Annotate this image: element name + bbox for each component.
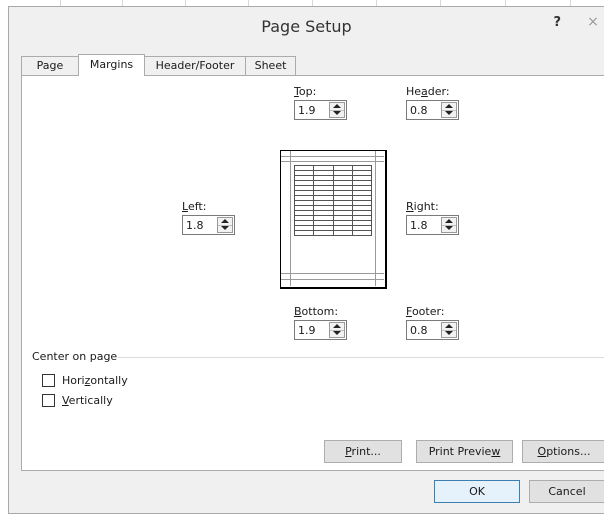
spin-down-icon[interactable] <box>442 330 456 337</box>
top-margin-spinner <box>294 100 347 120</box>
spin-down-icon[interactable] <box>330 110 344 117</box>
group-divider <box>118 357 604 358</box>
top-margin-input[interactable] <box>298 103 326 117</box>
bottom-margin-input[interactable] <box>298 323 326 337</box>
spin-down-icon[interactable] <box>442 110 456 117</box>
spin-down-icon[interactable] <box>218 225 232 232</box>
footer-margin-label: Footer: <box>406 305 445 318</box>
ok-button[interactable]: OK <box>434 480 520 503</box>
page-setup-dialog: Page Setup ? × Page Margins Header/Foote… <box>8 6 604 514</box>
tab-sheet[interactable]: Sheet <box>245 56 296 75</box>
spin-down-icon[interactable] <box>330 330 344 337</box>
header-margin-spinner <box>406 100 459 120</box>
top-margin-label: Top: <box>294 85 317 98</box>
options-button[interactable]: Options... <box>522 440 604 463</box>
horizontally-label: Horizontally <box>62 374 128 387</box>
tab-header-footer[interactable]: Header/Footer <box>144 56 246 75</box>
tab-page[interactable]: Page <box>21 56 79 75</box>
right-margin-spinner <box>406 215 459 235</box>
close-icon[interactable]: × <box>582 11 604 33</box>
margins-panel: Top: Header: Left: Right: <box>21 75 604 471</box>
left-margin-spinner <box>182 215 235 235</box>
left-margin-input[interactable] <box>186 218 214 232</box>
title-bar: Page Setup ? × <box>9 7 604 41</box>
center-on-page-label: Center on page <box>32 350 118 363</box>
footer-margin-spinner <box>406 320 459 340</box>
page-preview <box>280 150 387 289</box>
cancel-button[interactable]: Cancel <box>529 480 604 503</box>
dialog-title: Page Setup <box>261 17 352 36</box>
header-margin-input[interactable] <box>410 103 438 117</box>
footer-margin-input[interactable] <box>410 323 438 337</box>
right-margin-label: Right: <box>406 200 439 213</box>
header-margin-label: Header: <box>406 85 450 98</box>
print-button[interactable]: Print... <box>324 440 402 463</box>
spin-down-icon[interactable] <box>442 225 456 232</box>
vertically-label: Vertically <box>62 394 113 407</box>
right-margin-input[interactable] <box>410 218 438 232</box>
left-margin-label: Left: <box>182 200 207 213</box>
horizontally-checkbox[interactable] <box>42 374 55 387</box>
print-preview-button[interactable]: Print Preview <box>416 440 513 463</box>
tab-margins[interactable]: Margins <box>78 54 145 76</box>
bottom-margin-spinner <box>294 320 347 340</box>
vertically-checkbox[interactable] <box>42 394 55 407</box>
bottom-margin-label: Bottom: <box>294 305 339 318</box>
help-button[interactable]: ? <box>553 15 561 30</box>
